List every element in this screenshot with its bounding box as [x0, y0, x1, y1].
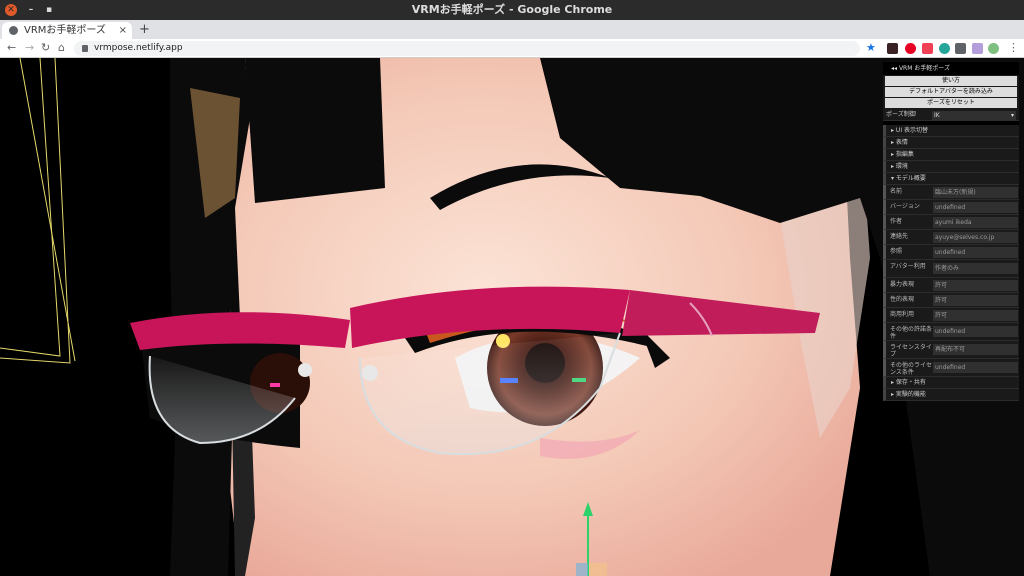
- globe-icon: [9, 26, 18, 35]
- pose-control-value: IK: [934, 112, 940, 119]
- new-tab-button[interactable]: +: [139, 20, 150, 39]
- 3d-viewport[interactable]: [0, 58, 1024, 576]
- info-value[interactable]: 再配布不可: [933, 344, 1018, 355]
- tab-close-icon[interactable]: ×: [119, 22, 127, 39]
- info-row-violence: 暴力表現 許可: [883, 278, 1019, 293]
- info-key: 参照: [890, 248, 903, 255]
- maximize-window-icon[interactable]: ▪: [43, 4, 55, 16]
- browser-toolbar: ← → ↻ ⌂ vrmpose.netlify.app ★ ⋮: [0, 39, 1024, 58]
- chevron-down-icon: ▾: [1010, 112, 1014, 119]
- window-titlebar: ✕ – ▪ VRMお手軽ポーズ - Google Chrome: [0, 0, 1024, 20]
- folder-label: モデル概要: [895, 175, 926, 182]
- info-value[interactable]: 臨山未万(新規): [933, 187, 1018, 198]
- forward-icon[interactable]: →: [25, 39, 34, 57]
- close-window-icon[interactable]: ✕: [5, 4, 17, 16]
- url-text: vrmpose.netlify.app: [94, 43, 183, 53]
- info-value[interactable]: undefined: [933, 362, 1018, 373]
- folder-ui-toggle[interactable]: ▸ UI 表示切替: [883, 125, 1019, 137]
- chrome-menu-icon[interactable]: ⋮: [1008, 39, 1019, 57]
- tab-strip: VRMお手軽ポーズ ×: [0, 20, 1024, 39]
- extension-g-icon[interactable]: [939, 43, 950, 54]
- lock-icon: [82, 45, 88, 52]
- wireframe-box: [0, 58, 76, 364]
- folder-environment[interactable]: ▸ 環境: [883, 161, 1019, 173]
- folder-label: 指編集: [895, 151, 914, 158]
- bookmark-star-icon[interactable]: ★: [866, 39, 876, 57]
- tab-title: VRMお手軽ポーズ: [24, 25, 106, 36]
- how-to-use-button[interactable]: 使い方: [885, 76, 1017, 86]
- info-row-reference: 参照 undefined: [883, 245, 1019, 260]
- folder-save-share[interactable]: ▸ 保存・共有: [883, 377, 1019, 389]
- folder-experimental[interactable]: ▸ 実験的機能: [883, 389, 1019, 401]
- extension-pocket-icon[interactable]: [922, 43, 933, 54]
- info-row-avatar-usage: アバター利用 作者のみ: [883, 260, 1019, 278]
- info-value[interactable]: undefined: [933, 326, 1018, 337]
- folder-label: 実験的機能: [895, 391, 926, 398]
- extension-paint-icon[interactable]: [972, 43, 983, 54]
- info-row-license-type: ライセンスタイプ 再配布不可: [883, 341, 1019, 359]
- info-key: 連絡先: [890, 233, 909, 240]
- folder-finger-edit[interactable]: ▸ 指編集: [883, 149, 1019, 161]
- info-value[interactable]: 許可: [933, 295, 1018, 306]
- load-default-avatar-button[interactable]: デフォルトアバターを読み込み: [885, 87, 1017, 97]
- info-row-name: 名前 臨山未万(新規): [883, 185, 1019, 200]
- info-key: 暴力表現: [890, 281, 915, 288]
- avatar-scene: [0, 58, 1024, 576]
- info-value[interactable]: 作者のみ: [933, 263, 1018, 274]
- info-value[interactable]: undefined: [933, 202, 1018, 213]
- info-value[interactable]: 許可: [933, 310, 1018, 321]
- folder-model-info[interactable]: ▾ モデル概要: [883, 173, 1019, 185]
- back-icon[interactable]: ←: [7, 39, 16, 57]
- pose-control-label: ポーズ制御: [886, 111, 916, 118]
- info-value[interactable]: undefined: [933, 247, 1018, 258]
- folder-label: 環境: [895, 163, 908, 170]
- info-value[interactable]: 許可: [933, 280, 1018, 291]
- tab-vrmpose[interactable]: VRMお手軽ポーズ ×: [2, 22, 132, 39]
- info-value[interactable]: ayuye@selves.co.jp: [933, 232, 1018, 243]
- info-key: 商用利用: [890, 311, 915, 318]
- profile-avatar[interactable]: [988, 43, 999, 54]
- pose-control-row: ポーズ制御 IK ▾: [883, 109, 1019, 121]
- info-row-author: 作者 ayumi ikeda: [883, 215, 1019, 230]
- info-row-other-license: その他のライセンス条件 undefined: [883, 359, 1019, 377]
- address-bar[interactable]: vrmpose.netlify.app: [74, 41, 860, 56]
- info-key: その他のライセンス条件: [890, 362, 933, 376]
- info-key: 名前: [890, 188, 903, 195]
- control-panel: ◂◂ VRM お手軽ポーズ 使い方 デフォルトアバターを読み込み ポーズをリセッ…: [883, 62, 1019, 401]
- info-key: ライセンスタイプ: [890, 344, 932, 358]
- folder-expression[interactable]: ▸ 表情: [883, 137, 1019, 149]
- extension-puzzle-icon[interactable]: [955, 43, 966, 54]
- info-value[interactable]: ayumi ikeda: [933, 217, 1018, 228]
- folder-label: 保存・共有: [895, 379, 926, 386]
- pose-control-select[interactable]: IK ▾: [932, 111, 1016, 120]
- info-row-sexual: 性的表現 許可: [883, 293, 1019, 308]
- folder-label: 表情: [895, 139, 908, 146]
- reload-icon[interactable]: ↻: [41, 39, 50, 57]
- info-key: バージョン: [890, 203, 920, 210]
- info-row-other-permission: その他の許諾条件 undefined: [883, 323, 1019, 341]
- extension-pinterest-icon[interactable]: [905, 43, 916, 54]
- extension-dark-icon[interactable]: [887, 43, 898, 54]
- panel-title: VRM お手軽ポーズ: [898, 65, 950, 72]
- info-key: 作者: [890, 218, 903, 225]
- info-key: その他の許諾条件: [890, 326, 933, 340]
- info-row-commercial: 商用利用 許可: [883, 308, 1019, 323]
- home-icon[interactable]: ⌂: [58, 39, 65, 57]
- info-row-contact: 連絡先 ayuye@selves.co.jp: [883, 230, 1019, 245]
- panel-header[interactable]: ◂◂ VRM お手軽ポーズ: [883, 62, 1019, 75]
- info-key: 性的表現: [890, 296, 915, 303]
- info-key: アバター利用: [890, 263, 926, 270]
- minimize-window-icon[interactable]: –: [25, 4, 37, 16]
- reset-pose-button[interactable]: ポーズをリセット: [885, 98, 1017, 108]
- folder-label: UI 表示切替: [895, 127, 928, 134]
- info-row-version: バージョン undefined: [883, 200, 1019, 215]
- window-title: VRMお手軽ポーズ - Google Chrome: [411, 3, 613, 16]
